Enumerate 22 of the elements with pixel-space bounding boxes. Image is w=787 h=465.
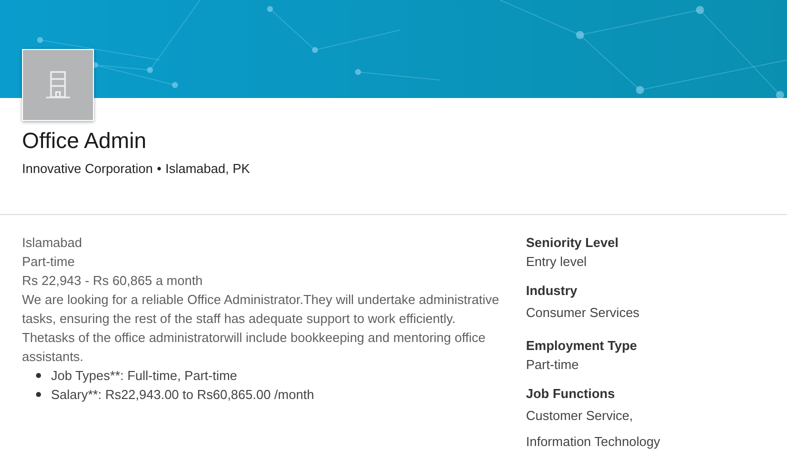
bullet-text: Job Types**: Full-time, Part-time: [51, 367, 238, 385]
criteria-heading: Seniority Level: [526, 234, 620, 252]
job-detail: Part-time: [22, 253, 76, 271]
criteria-value: Information Technology: [526, 433, 662, 451]
criteria-heading: Industry: [526, 282, 578, 300]
criteria-value: Customer Service,: [526, 407, 634, 425]
job-description: We are looking for a reliable Office Administrator.They will undertake administrative tasks, ensuring the rest of the staff has adequate support to work efficiently. Thetasks of the office administratorwill include bookkeeping and mentoring office assistants.: [22, 291, 500, 366]
bullet-text: Salary**: Rs22,943.00 to Rs60,865.00 /month: [51, 386, 314, 404]
separator-dot: •: [156, 161, 162, 176]
criteria-value: Entry level: [526, 253, 588, 271]
bullet-icon: [36, 373, 41, 378]
job-detail: Rs 22,943 - Rs 60,865 a month: [22, 272, 204, 290]
company-name: Innovative Corporation: [22, 161, 153, 176]
criteria-heading: Employment Type: [526, 337, 638, 355]
job-location: Islamabad, PK: [165, 161, 250, 176]
job-title: Office Admin: [22, 127, 148, 155]
job-detail: Islamabad: [22, 234, 83, 252]
criteria-value: Part-time: [526, 356, 580, 374]
criteria-heading: Job Functions: [526, 385, 616, 403]
bullet-icon: [36, 392, 41, 397]
criteria-value: Consumer Services: [526, 304, 640, 322]
building-icon: [46, 71, 70, 99]
